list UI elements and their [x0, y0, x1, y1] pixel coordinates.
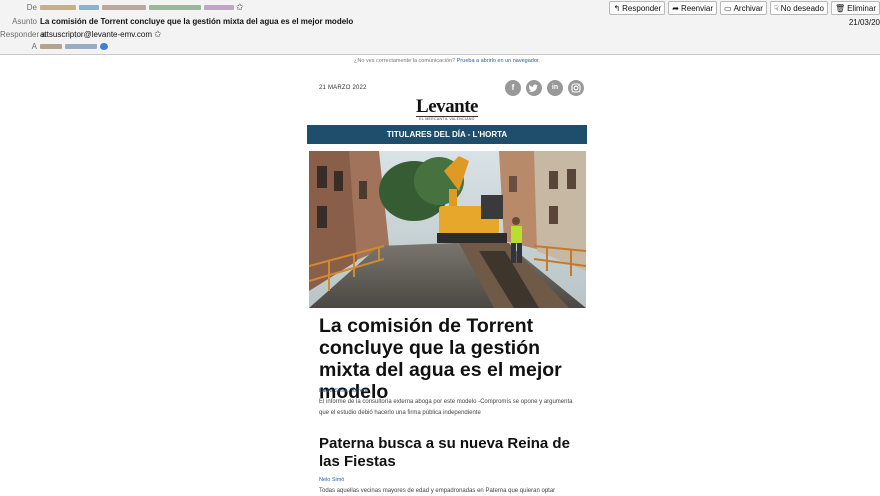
view-notice-text: ¿No ves correctamente la comunicación? — [354, 58, 456, 64]
delete-button[interactable]: 🗑 Eliminar — [830, 1, 880, 15]
section-title-bar: TITULARES DEL DÍA - L'HORTA — [307, 125, 587, 144]
junk-button-label: No deseado — [780, 4, 824, 13]
subject-label: Asunto — [12, 17, 37, 26]
archive-button[interactable]: ▭ Archivar — [720, 1, 767, 15]
article-headline-2[interactable]: Paterna busca a su nueva Reina de las Fi… — [319, 435, 581, 471]
archive-button-label: Archivar — [733, 4, 763, 13]
open-in-browser-link[interactable]: Prueba a abrirlo en un navegador. — [457, 58, 540, 64]
subject-value: La comisión de Torrent concluye que la g… — [40, 17, 354, 26]
trash-icon: 🗑 — [834, 4, 846, 13]
street-works-illustration — [309, 151, 586, 308]
email-header: De ✩ Asunto La comisión de Torrent concl… — [0, 0, 880, 55]
contact-star-icon[interactable]: ✩ — [154, 29, 162, 39]
newsletter-date: 21 MARZO 2022 — [319, 85, 367, 91]
linkedin-icon[interactable]: in — [547, 80, 563, 96]
contact-star-icon[interactable]: ✩ — [236, 2, 244, 12]
forward-button-label: Reenviar — [680, 4, 713, 13]
article-summary: El informe de la consultoría externa abo… — [319, 399, 573, 416]
to-value-obscured[interactable] — [40, 40, 108, 53]
to-label: A — [31, 42, 37, 51]
forward-button[interactable]: ➦ Reenviar — [668, 1, 717, 15]
forward-icon: ➦ — [672, 4, 679, 13]
message-date: 21/03/20 — [848, 18, 880, 27]
view-notice: ¿No ves correctamente la comunicación? P… — [307, 58, 587, 64]
message-toolbar: ↰ Responder ➦ Reenviar ▭ Archivar ☟ No deseado 🗑… — [606, 1, 880, 15]
twitter-icon[interactable] — [526, 80, 542, 96]
reply-button[interactable]: ↰ Responder — [609, 1, 666, 15]
twitter-bird-icon — [528, 84, 538, 92]
from-value-obscured[interactable]: ✩ — [40, 1, 244, 14]
reply-button-label: Responder — [622, 4, 662, 13]
article-author-2: Nelo Simó — [319, 477, 345, 483]
logo-tagline: EL MERCANTIL VALENCIANO — [416, 116, 478, 122]
article-author: Laura Sena. Torrent — [319, 388, 368, 394]
instagram-icon[interactable] — [568, 80, 584, 96]
levante-logo[interactable]: Levante EL MERCANTIL VALENCIANO — [410, 96, 484, 122]
logo-wordmark: Levante — [416, 96, 478, 117]
archive-icon: ▭ — [724, 4, 732, 13]
facebook-icon[interactable]: f — [505, 80, 521, 96]
from-label: De — [26, 3, 37, 12]
delete-button-label: Eliminar — [847, 4, 876, 13]
instagram-camera-icon — [571, 83, 581, 93]
reply-to-address[interactable]: attsuscriptor@levante-emv.com — [40, 30, 152, 39]
junk-button[interactable]: ☟ No deseado — [769, 1, 828, 15]
thumbs-down-icon: ☟ — [773, 4, 779, 13]
article-photo[interactable] — [309, 151, 586, 308]
reply-icon: ↰ — [613, 4, 621, 13]
